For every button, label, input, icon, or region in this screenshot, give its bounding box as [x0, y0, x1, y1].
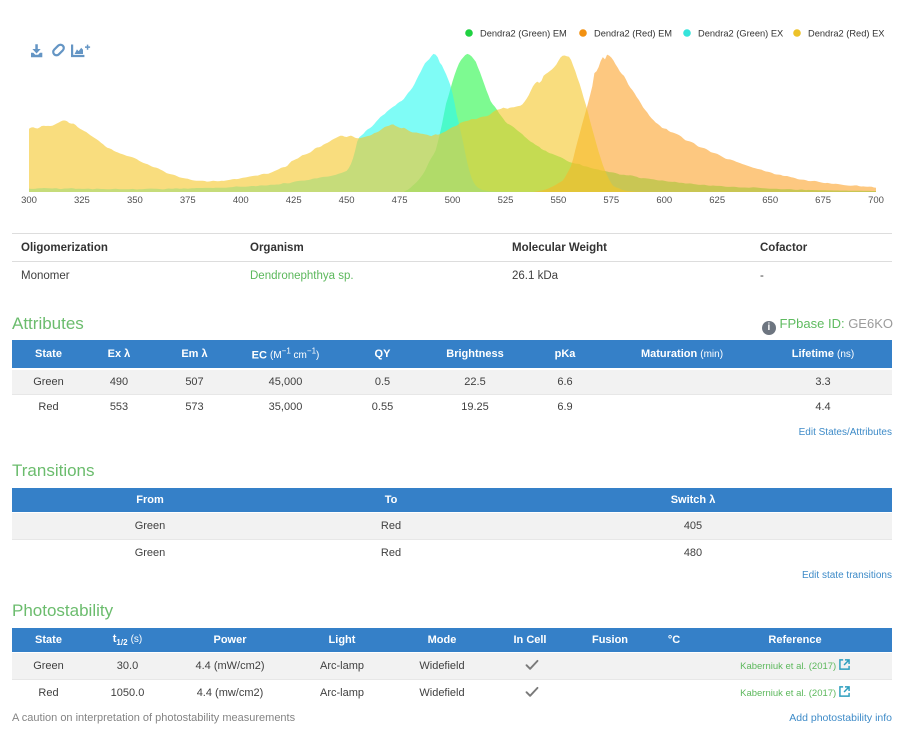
svg-text:350: 350: [127, 195, 143, 206]
svg-text:425: 425: [286, 195, 302, 206]
svg-text:625: 625: [709, 195, 725, 206]
svg-text:450: 450: [339, 195, 355, 206]
svg-text:675: 675: [815, 195, 831, 206]
svg-text:475: 475: [392, 195, 408, 206]
svg-text:400: 400: [233, 195, 249, 206]
svg-text:525: 525: [498, 195, 514, 206]
svg-text:Dendra2 (Green) EX: Dendra2 (Green) EX: [698, 29, 783, 39]
svg-text:Dendra2 (Green) EM: Dendra2 (Green) EM: [480, 29, 567, 39]
svg-text:700: 700: [868, 195, 884, 206]
svg-text:Dendra2 (Red) EM: Dendra2 (Red) EM: [594, 29, 672, 39]
svg-text:325: 325: [74, 195, 90, 206]
svg-text:375: 375: [180, 195, 196, 206]
svg-text:600: 600: [656, 195, 672, 206]
svg-text:575: 575: [603, 195, 619, 206]
svg-text:500: 500: [445, 195, 461, 206]
svg-text:550: 550: [550, 195, 566, 206]
svg-text:Dendra2 (Red) EX: Dendra2 (Red) EX: [808, 29, 884, 39]
svg-text:650: 650: [762, 195, 778, 206]
svg-text:300: 300: [21, 195, 37, 206]
